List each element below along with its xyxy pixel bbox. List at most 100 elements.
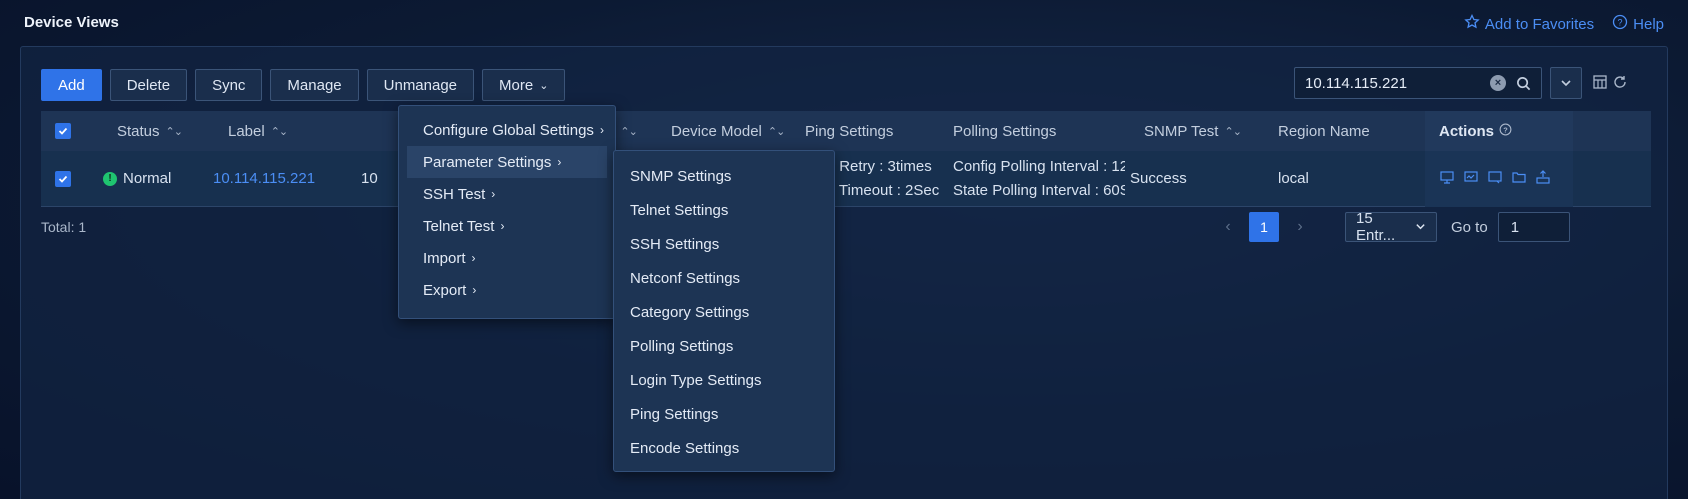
status-ok-icon: !: [103, 171, 117, 186]
submenu-item-ssh-settings[interactable]: SSH Settings: [614, 227, 834, 261]
device-label-link[interactable]: 10.114.115.221: [213, 170, 315, 187]
top-bar: Device Views Add to Favorites ? Help: [0, 0, 1688, 46]
current-page-button[interactable]: 1: [1249, 212, 1279, 242]
chevron-right-icon: ›: [472, 283, 477, 297]
toolbar: Add Delete Sync Manage Unmanage More ⌄: [41, 69, 566, 101]
menu-item-label: SSH Test: [423, 185, 486, 203]
chevron-down-icon: [1560, 77, 1572, 89]
sort-icon: ⌃⌄: [767, 125, 785, 138]
menu-item-export[interactable]: Export ›: [407, 274, 607, 306]
device-views-panel: Add Delete Sync Manage Unmanage More ⌄ 1…: [20, 46, 1668, 499]
clear-icon[interactable]: ×: [1490, 75, 1506, 91]
status-cell: ! Normal: [103, 170, 171, 187]
submenu-item-login-type-settings[interactable]: Login Type Settings: [614, 363, 834, 397]
header-snmp-test-label: SNMP Test: [1144, 122, 1219, 140]
more-button[interactable]: More ⌄: [482, 69, 566, 101]
snmp-test-cell: Success: [1130, 170, 1187, 187]
menu-item-label: Configure Global Settings: [423, 121, 594, 139]
sync-button[interactable]: Sync: [195, 69, 263, 101]
header-snmp-test[interactable]: SNMP Test ⌃⌄: [1144, 122, 1242, 140]
submenu-item-telnet-settings[interactable]: Telnet Settings: [614, 193, 834, 227]
chevron-right-icon: ›: [471, 251, 476, 265]
help-icon: ?: [1612, 14, 1628, 34]
total-count: Total: 1: [41, 219, 87, 235]
page-size-value: 15 Entr...: [1356, 210, 1396, 244]
chevron-down-icon: [1415, 219, 1426, 236]
actions-cell: [1425, 151, 1573, 207]
add-button[interactable]: Add: [41, 69, 102, 101]
header-polling-settings: Polling Settings: [953, 122, 1057, 140]
submenu-item-polling-settings[interactable]: Polling Settings: [614, 329, 834, 363]
region-cell: local: [1278, 170, 1309, 187]
manage-button[interactable]: Manage: [270, 69, 359, 101]
submenu-item-netconf-settings[interactable]: Netconf Settings: [614, 261, 834, 295]
search-value: 10.114.115.221: [1305, 74, 1408, 92]
header-status[interactable]: Status ⌃⌄: [117, 122, 183, 140]
header-label[interactable]: Label ⌃⌄: [228, 122, 288, 140]
folder-icon[interactable]: [1511, 169, 1527, 189]
star-icon: [1464, 13, 1480, 34]
chevron-right-icon: ›: [500, 219, 505, 233]
menu-item-ssh-test[interactable]: SSH Test ›: [407, 178, 607, 210]
chevron-down-icon: ⌄: [539, 79, 549, 92]
chevron-right-icon: ›: [491, 187, 496, 201]
submenu-item-encode-settings[interactable]: Encode Settings: [614, 431, 834, 465]
terminal-icon[interactable]: [1487, 169, 1503, 189]
status-text: Normal: [123, 170, 172, 187]
delete-button[interactable]: Delete: [109, 69, 188, 101]
header-device-model-label: Device Model: [671, 122, 762, 140]
menu-item-label: Telnet Test: [423, 217, 495, 235]
submenu-item-category-settings[interactable]: Category Settings: [614, 295, 834, 329]
table-tools: [1593, 75, 1627, 89]
header-label-label: Label: [228, 122, 265, 140]
menu-item-label: Export: [423, 281, 467, 299]
menu-item-telnet-test[interactable]: Telnet Test ›: [407, 210, 607, 242]
header-device-model[interactable]: Device Model ⌃⌄: [671, 122, 785, 140]
next-page-icon[interactable]: ›: [1289, 218, 1311, 236]
search-input[interactable]: 10.114.115.221 ×: [1294, 67, 1542, 99]
device-detail-icon[interactable]: [1439, 169, 1455, 189]
submenu-item-snmp-settings[interactable]: SNMP Settings: [614, 159, 834, 193]
goto-input[interactable]: 1: [1497, 212, 1570, 242]
row-checkbox[interactable]: [55, 170, 71, 187]
more-menu: Configure Global Settings › Parameter Se…: [398, 105, 616, 319]
header-status-label: Status: [117, 122, 160, 140]
sort-icon: ⌃⌄: [620, 125, 637, 138]
monitor-icon[interactable]: [1463, 169, 1479, 189]
more-label: More: [499, 76, 534, 94]
submenu-item-ping-settings[interactable]: Ping Settings: [614, 397, 834, 431]
menu-item-parameter-settings[interactable]: Parameter Settings ›: [407, 146, 607, 178]
pagination: ‹ 1 › 15 Entr... Go to 1: [1217, 210, 1570, 244]
prev-page-icon[interactable]: ‹: [1217, 218, 1239, 236]
top-links: Add to Favorites ? Help: [1464, 13, 1664, 34]
menu-item-label: Import: [423, 249, 466, 267]
upload-icon[interactable]: [1535, 169, 1551, 189]
header-region-name: Region Name: [1278, 122, 1370, 140]
menu-item-configure-global-settings[interactable]: Configure Global Settings ›: [407, 114, 607, 146]
help-link[interactable]: ? Help: [1612, 14, 1664, 34]
unmanage-button[interactable]: Unmanage: [366, 69, 475, 101]
column-settings-icon[interactable]: [1593, 75, 1607, 89]
polling-settings-cell: Config Polling Interval : 12 State Polli…: [953, 155, 1125, 203]
add-to-favorites-link[interactable]: Add to Favorites: [1464, 13, 1595, 34]
state-polling: State Polling Interval : 60S: [953, 181, 1125, 199]
ip-cell: 10: [361, 170, 378, 187]
svg-text:?: ?: [1503, 125, 1508, 134]
info-icon[interactable]: ?: [1499, 123, 1512, 140]
header-ping-settings: Ping Settings: [805, 122, 894, 140]
goto-label: Go to: [1451, 218, 1488, 236]
svg-text:?: ?: [1618, 18, 1623, 28]
add-to-favorites-label: Add to Favorites: [1484, 15, 1595, 33]
select-all-checkbox[interactable]: [55, 123, 71, 139]
page-title: Device Views: [24, 14, 119, 31]
table-row[interactable]: ! Normal 10.114.115.221 10 Ping Retry : …: [41, 151, 1651, 207]
refresh-icon[interactable]: [1613, 75, 1627, 89]
sort-icon: ⌃⌄: [270, 125, 288, 138]
header-actions-label: Actions: [1439, 122, 1495, 140]
search-icon[interactable]: [1516, 76, 1531, 91]
menu-item-import[interactable]: Import ›: [407, 242, 607, 274]
header-actions: Actions ?: [1425, 111, 1573, 151]
search-options-dropdown[interactable]: [1550, 67, 1582, 99]
config-polling: Config Polling Interval : 12: [953, 157, 1125, 175]
page-size-select[interactable]: 15 Entr...: [1345, 210, 1437, 244]
